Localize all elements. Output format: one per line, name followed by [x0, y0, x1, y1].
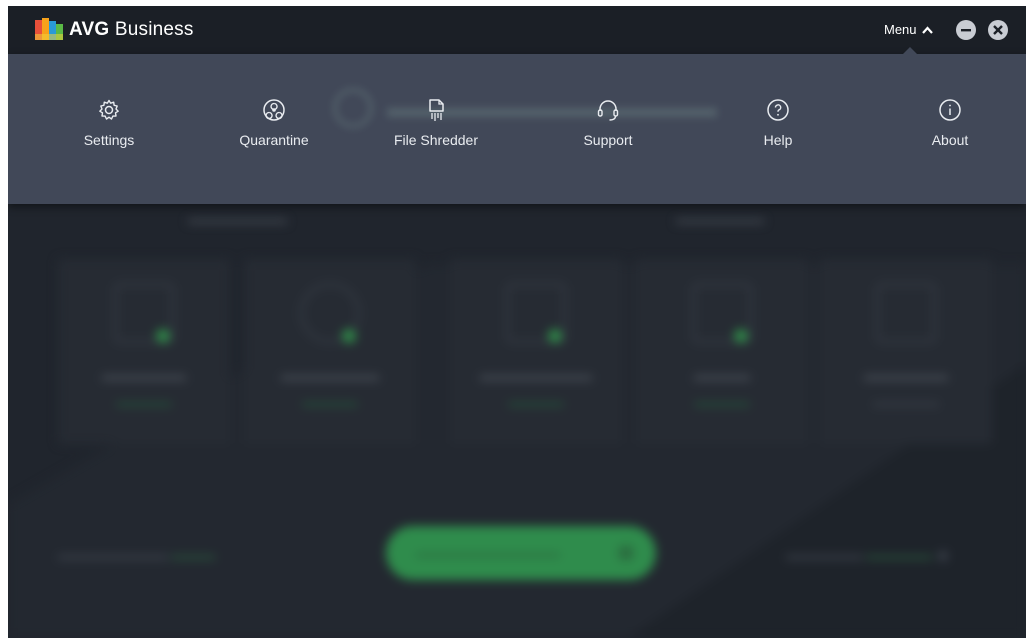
tile-title-blurred: ▬▬▬▬	[694, 367, 750, 383]
tile-status-blurred: ▬▬▬▬▬▬	[873, 397, 939, 409]
tile-privacy-blurred: ▬▬▬▬ ▬▬▬▬▬	[636, 259, 808, 444]
menu-item-about[interactable]: About	[880, 98, 1020, 148]
status-dot	[734, 329, 748, 343]
caption-right-blurred: ▬▬▬▬▬▬▬▬	[676, 214, 764, 226]
shredder-icon	[424, 98, 448, 122]
menu-pointer	[902, 47, 918, 55]
menu-item-support[interactable]: Support	[538, 98, 678, 148]
product-name: Business	[114, 19, 194, 40]
status-dot	[342, 329, 356, 343]
title-bar: AVG Business Menu	[8, 6, 1026, 54]
tile-title-blurred: ▬▬▬▬▬▬	[864, 367, 948, 383]
question-circle-icon	[766, 98, 790, 122]
tile-status-blurred: ▬▬▬▬▬	[116, 397, 172, 409]
menu-item-help[interactable]: Help	[708, 98, 848, 148]
minus-icon	[961, 29, 971, 32]
tile-status-blurred: ▬▬▬▬▬	[302, 397, 358, 409]
close-icon	[993, 25, 1003, 35]
more-info-blurred: ▬▬▬▬▬▬▬ ▬▬▬▬▬▬	[786, 550, 949, 562]
tile-status-blurred: ▬▬▬▬▬	[508, 397, 564, 409]
scan-options-icon	[618, 545, 634, 561]
menu-item-label: Settings	[83, 132, 135, 148]
status-dot	[156, 329, 170, 343]
close-button[interactable]	[988, 20, 1008, 40]
menu-item-file-shredder[interactable]: File Shredder	[366, 98, 506, 148]
last-scan-blurred: ▬▬▬▬▬▬▬▬▬▬ ▬▬▬▬	[58, 550, 216, 562]
brand-name: AVG	[69, 19, 110, 40]
tile-title-blurred: ▬▬▬▬▬▬	[102, 367, 186, 383]
chevron-up-icon	[921, 25, 933, 34]
card-icon	[876, 283, 936, 343]
headset-icon	[596, 98, 620, 122]
dashboard-blurred: ▬▬▬▬▬▬▬▬▬ ▬▬▬▬▬▬▬▬ ▬▬▬▬▬▬ ▬▬▬▬▬ ▬▬▬▬▬▬▬ …	[8, 204, 1026, 638]
menu-item-label: Support	[583, 132, 633, 148]
menu-item-quarantine[interactable]: Quarantine	[204, 98, 344, 148]
app-window: ▬▬▬▬▬▬▬▬▬ ▬▬▬▬▬▬▬▬ ▬▬▬▬▬▬ ▬▬▬▬▬ ▬▬▬▬▬▬▬ …	[8, 6, 1026, 638]
tile-payments-blurred: ▬▬▬▬▬▬ ▬▬▬▬▬▬	[820, 259, 992, 444]
menu-item-label: Quarantine	[239, 132, 309, 148]
menu-item-label: About	[931, 132, 969, 148]
menu-button[interactable]: Menu	[884, 22, 933, 37]
tile-title-blurred: ▬▬▬▬▬▬▬	[281, 367, 379, 383]
scan-label-blurred: ▬▬▬▬▬▬▬▬▬▬▬▬	[416, 546, 560, 560]
tile-computer-blurred: ▬▬▬▬▬▬ ▬▬▬▬▬	[58, 259, 230, 444]
biohazard-icon	[262, 98, 286, 122]
gear-icon	[97, 98, 121, 122]
scan-button-blurred: ▬▬▬▬▬▬▬▬▬▬▬▬	[386, 526, 656, 580]
caption-left-blurred: ▬▬▬▬▬▬▬▬▬	[188, 214, 287, 226]
info-circle-icon	[938, 98, 962, 122]
tile-hacker-attacks-blurred: ▬▬▬▬▬▬▬▬ ▬▬▬▬▬	[450, 259, 622, 444]
status-dot	[548, 329, 562, 343]
minimize-button[interactable]	[956, 20, 976, 40]
app-title: AVG Business	[69, 19, 194, 41]
menu-item-label: File Shredder	[393, 132, 479, 148]
tile-title-blurred: ▬▬▬▬▬▬▬▬	[480, 367, 592, 383]
tile-status-blurred: ▬▬▬▬▬	[694, 397, 750, 409]
menu-item-settings[interactable]: Settings	[39, 98, 179, 148]
menu-panel: ▬▬▬▬▬▬▬▬▬▬▬ Settings Quarantine File Shr…	[8, 54, 1026, 204]
tile-web-email-blurred: ▬▬▬▬▬▬▬ ▬▬▬▬▬	[244, 259, 416, 444]
menu-item-label: Help	[763, 132, 793, 148]
menu-label: Menu	[884, 22, 917, 37]
avg-logo-icon	[35, 18, 63, 40]
